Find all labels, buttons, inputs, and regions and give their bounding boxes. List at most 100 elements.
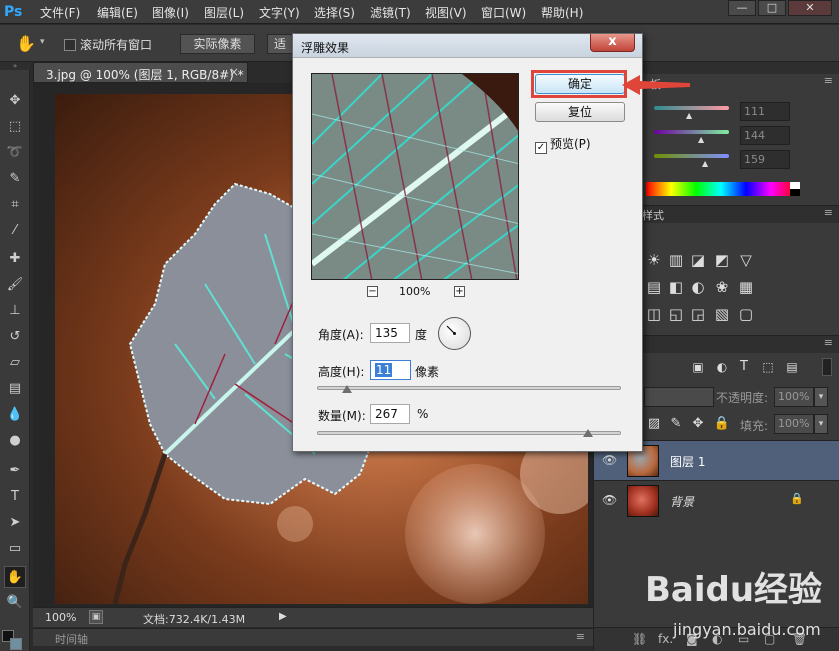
blend-mode-dropdown[interactable] [644,387,714,407]
invert-adjust-icon[interactable]: ◫ [644,304,664,324]
filter-smart-icon[interactable]: ▤ [782,357,802,377]
tool-preset-dropdown-icon[interactable]: ▾ [40,37,45,47]
quick-select-tool-icon[interactable]: ✎ [4,168,26,190]
color-balance-adjust-icon[interactable]: ◧ [666,277,686,297]
lock-transparent-icon[interactable]: ▨ [644,414,664,434]
menu-type[interactable]: 文字(Y) [259,4,300,21]
visibility-eye-icon[interactable]: 👁 [602,493,617,507]
eraser-tool-icon[interactable]: ▱ [4,352,26,374]
bw-adjust-icon[interactable]: ◐ [688,277,708,297]
minimize-button[interactable]: — [728,0,756,16]
layer-name[interactable]: 背景 [670,493,694,510]
layer-row-background[interactable]: 👁 背景 🔒 [594,480,839,520]
menu-select[interactable]: 选择(S) [314,4,355,21]
selective-color-adjust-icon[interactable]: ▧ [712,304,732,324]
lock-image-icon[interactable]: ✎ [666,414,686,434]
red-slider[interactable] [654,106,729,110]
opacity-dropdown-icon[interactable]: ▾ [814,387,828,407]
healing-brush-tool-icon[interactable]: ✚ [4,248,26,270]
lock-all-icon[interactable]: 🔒 [712,414,732,434]
layer-name[interactable]: 图层 1 [670,453,705,470]
amount-slider-thumb-icon[interactable] [582,429,593,437]
marquee-tool-icon[interactable]: ⬚ [4,116,26,138]
color-spectrum-ramp[interactable] [646,182,796,196]
menu-file[interactable]: 文件(F) [40,4,80,21]
preview-checkbox[interactable]: ✓ 预览(P) [535,135,591,154]
color-panel-menu-icon[interactable]: ≡ [824,74,833,87]
height-input[interactable]: 11 [370,360,411,380]
menu-window[interactable]: 窗口(W) [481,4,526,21]
blue-slider[interactable] [654,154,729,158]
background-color-swatch[interactable] [10,638,22,650]
collapse-icon[interactable]: » [0,62,30,70]
path-selection-tool-icon[interactable]: ➤ [4,512,26,534]
angle-dial[interactable] [438,317,471,350]
history-brush-tool-icon[interactable]: ↺ [4,326,26,348]
document-tab[interactable]: 3.jpg @ 100% (图层 1, RGB/8#) * × [33,62,248,83]
document-tab-close-icon[interactable]: × [229,65,239,79]
blur-tool-icon[interactable]: 💧 [4,404,26,426]
green-slider[interactable] [654,130,729,134]
filter-shape-icon[interactable]: ⬚ [758,357,778,377]
menu-view[interactable]: 视图(V) [425,4,467,21]
blue-value[interactable]: 159 [740,150,790,169]
filter-preview[interactable] [311,73,519,280]
fill-dropdown-icon[interactable]: ▾ [814,414,828,434]
vibrance-adjust-icon[interactable]: ▽ [736,250,756,270]
hue-adjust-icon[interactable]: ▤ [644,277,664,297]
maximize-button[interactable]: □ [758,0,786,16]
channel-mixer-adjust-icon[interactable]: ▦ [736,277,756,297]
shape-tool-icon[interactable]: ▭ [4,538,26,560]
exposure-adjust-icon[interactable]: ◩ [712,250,732,270]
reset-button[interactable]: 复位 [535,102,625,122]
opacity-input[interactable]: 100% [774,387,814,407]
menu-filter[interactable]: 滤镜(T) [370,4,411,21]
fill-input[interactable]: 100% [774,414,814,434]
menu-image[interactable]: 图像(I) [152,4,189,21]
scroll-all-windows-checkbox[interactable]: 滚动所有窗口 [64,36,152,53]
actual-pixels-button[interactable]: 实际像素 [180,34,255,54]
curves-adjust-icon[interactable]: ◪ [688,250,708,270]
filter-toggle[interactable] [822,358,832,376]
posterize-adjust-icon[interactable]: ◱ [666,304,686,324]
black-swatch[interactable] [790,189,800,196]
lock-position-icon[interactable]: ✥ [688,414,708,434]
layers-panel-menu-icon[interactable]: ≡ [824,336,833,349]
green-slider-thumb-icon[interactable]: ▲ [698,135,704,144]
height-slider[interactable] [317,386,621,390]
fit-screen-button[interactable]: 适 [267,34,293,54]
dodge-tool-icon[interactable]: ● [4,430,26,452]
brush-tool-icon[interactable]: 🖌 [4,274,26,296]
type-tool-icon[interactable]: T [4,486,26,508]
photo-filter-adjust-icon[interactable]: ❀ [712,277,732,297]
red-slider-thumb-icon[interactable]: ▲ [686,111,692,120]
zoom-out-button[interactable]: − [367,286,378,297]
filter-adjust-icon[interactable]: ◐ [712,357,732,377]
gradient-tool-icon[interactable]: ▤ [4,378,26,400]
styles-panel-menu-icon[interactable]: ≡ [824,206,833,219]
clone-stamp-tool-icon[interactable]: ⊥ [4,300,26,322]
gradient-map-adjust-icon[interactable]: ▢ [736,304,756,324]
amount-slider[interactable] [317,431,621,435]
dialog-titlebar[interactable]: 浮雕效果 x [293,34,642,58]
close-button[interactable]: ✕ [788,0,832,16]
red-value[interactable]: 111 [740,102,790,121]
white-swatch[interactable] [790,182,800,189]
hand-tool-button-icon[interactable]: ✋ [4,566,26,588]
zoom-tool-icon[interactable]: 🔍 [4,592,26,614]
timeline-menu-icon[interactable]: ≡ [576,630,585,643]
zoom-in-button[interactable]: + [454,286,465,297]
crop-tool-icon[interactable]: ⌗ [4,194,26,216]
menu-edit[interactable]: 编辑(E) [97,4,138,21]
menu-layer[interactable]: 图层(L) [204,4,244,21]
share-icon[interactable]: ▣ [89,610,103,624]
levels-adjust-icon[interactable]: ▥ [666,250,686,270]
threshold-adjust-icon[interactable]: ◲ [688,304,708,324]
height-slider-thumb-icon[interactable] [342,385,353,393]
filter-type-icon[interactable]: T [734,357,754,377]
brightness-adjust-icon[interactable]: ☀ [644,250,664,270]
eyedropper-tool-icon[interactable]: ⁄ [4,220,26,242]
dialog-close-button[interactable]: x [590,34,635,52]
pen-tool-icon[interactable]: ✒ [4,460,26,482]
zoom-level[interactable]: 100% [45,611,76,624]
